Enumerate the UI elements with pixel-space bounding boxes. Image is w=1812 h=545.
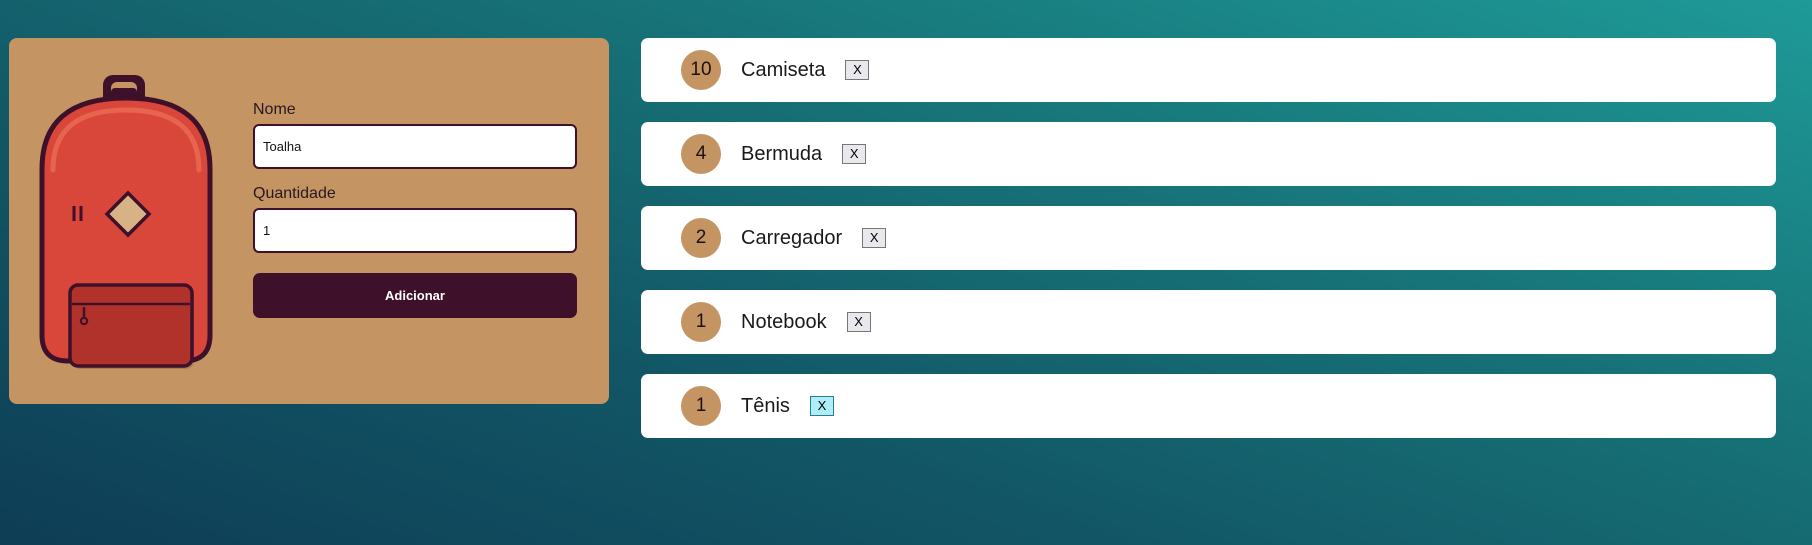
quantity-badge: 10 [681, 50, 721, 90]
list-item: 1 Notebook X [641, 290, 1776, 354]
list-item: 2 Carregador X [641, 206, 1776, 270]
item-name: Tênis [741, 394, 790, 417]
remove-item-button[interactable]: X [845, 60, 870, 80]
list-item: 10 Camiseta X [641, 38, 1776, 102]
remove-item-button[interactable]: X [842, 144, 867, 164]
item-name: Notebook [741, 310, 827, 333]
list-item: 4 Bermuda X [641, 122, 1776, 186]
name-label: Nome [253, 101, 296, 118]
quantity-input[interactable] [253, 208, 577, 253]
add-item-form: Nome Quantidade Adicionar [253, 101, 577, 318]
add-item-panel: Nome Quantidade Adicionar [9, 38, 609, 404]
quantity-badge: 1 [681, 302, 721, 342]
quantity-badge: 4 [681, 134, 721, 174]
quantity-label: Quantidade [253, 185, 336, 202]
remove-item-button[interactable]: X [862, 228, 887, 248]
name-input[interactable] [253, 124, 577, 169]
list-item: 1 Tênis X [641, 374, 1776, 438]
remove-item-button[interactable]: X [809, 396, 834, 416]
quantity-badge: 2 [681, 218, 721, 258]
item-list: 10 Camiseta X 4 Bermuda X 2 Carregador X… [641, 38, 1776, 458]
item-name: Bermuda [741, 142, 823, 165]
backpack-icon [39, 75, 213, 369]
quantity-badge: 1 [681, 386, 721, 426]
item-name: Camiseta [741, 58, 826, 81]
remove-item-button[interactable]: X [846, 312, 871, 332]
item-name: Carregador [741, 226, 843, 249]
add-button[interactable]: Adicionar [253, 273, 577, 318]
